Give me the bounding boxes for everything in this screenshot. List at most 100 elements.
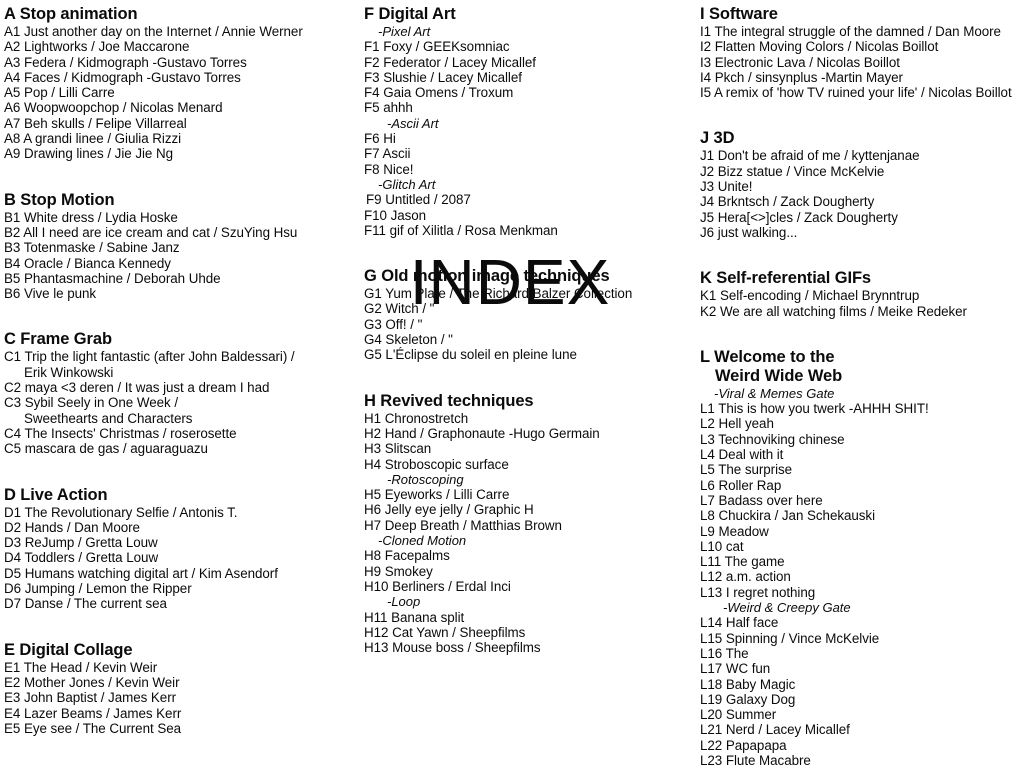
index-entry: B2 All I need are ice cream and cat / Sz…	[4, 224, 298, 240]
index-entry-continuation: Erik Winkowski	[24, 364, 114, 380]
index-entry: B6 Vive le punk	[4, 286, 97, 302]
section-heading: I Software	[700, 5, 778, 23]
section-heading: B Stop Motion	[4, 190, 115, 209]
index-entry: G5 L'Éclipse du soleil en pleine lune	[364, 347, 577, 363]
index-entry: A8 A grandi linee / Giulia Rizzi	[4, 131, 182, 147]
index-entry: L5 The surprise	[700, 462, 793, 478]
index-entry: H12 Cat Yawn / Sheepfilms	[364, 624, 526, 640]
index-entry: I2 Flatten Moving Colors / Nicolas Boill…	[700, 39, 939, 55]
index-section-c: C Frame Grab C1 Trip the light fantastic …	[4, 330, 352, 456]
index-entry: B5 Phantasmachine / Deborah Uhde	[4, 270, 221, 286]
index-entry: B4 Oracle / Bianca Kennedy	[4, 255, 171, 271]
index-entry: E1 The Head / Kevin Weir	[4, 659, 158, 675]
index-section-a: A Stop animation A1 Just another day on t…	[4, 5, 352, 162]
index-entry: L4 Deal with it	[700, 447, 784, 463]
index-entry: J1 Don't be afraid of me / kyttenjanae	[700, 148, 920, 164]
index-entry: A3 Federa / Kidmograph -Gustavo Torres	[4, 54, 247, 70]
index-section-j: J 3D J1 Don't be afraid of me / kyttenjan…	[700, 129, 1024, 240]
index-entry: E2 Mother Jones / Kevin Weir	[4, 674, 180, 690]
index-entry: L14 Half face	[700, 615, 779, 631]
index-column-2: F Digital Art -Pixel Art F1 Foxy / GEEKsom…	[360, 0, 690, 655]
section-heading: H Revived techniques	[364, 391, 534, 410]
index-entry: F5 ahhh	[364, 100, 413, 116]
index-entry: F6 Hi	[364, 131, 396, 147]
index-entry: J2 Bizz statue / Vince McKelvie	[700, 163, 885, 179]
index-entry: L7 Badass over here	[700, 492, 823, 508]
index-entry: A4 Faces / Kidmograph -Gustavo Torres	[4, 69, 241, 85]
index-entry: G4 Skeleton / "	[364, 332, 453, 348]
index-entry: L2 Hell yeah	[700, 416, 774, 432]
section-heading-line-2: Weird Wide Web	[715, 366, 843, 385]
index-entry: L16 The	[700, 645, 749, 661]
index-entry: E3 John Baptist / James Kerr	[4, 690, 177, 706]
section-subheading: -Ascii Art	[387, 115, 439, 131]
index-entry: D3 ReJump / Gretta Louw	[4, 535, 158, 551]
index-entry: C5 mascara de gas / aguaraguazu	[4, 441, 208, 457]
index-entry: L18 Baby Magic	[700, 676, 796, 692]
index-entry: A2 Lightworks / Joe Maccarone	[4, 39, 190, 55]
index-entry: L19 Galaxy Dog	[700, 691, 796, 707]
index-entry: D4 Toddlers / Gretta Louw	[4, 550, 159, 566]
index-entry: K1 Self-encoding / Michael Brynntrup	[700, 288, 920, 304]
index-entry: E5 Eye see / The Current Sea	[4, 720, 181, 736]
index-entry: F7 Ascii	[364, 146, 411, 162]
index-section-h: H Revived techniques H1 Chronostretch H2 H…	[364, 392, 690, 656]
index-entry: J3 Unite!	[700, 179, 753, 195]
index-entry: L22 Papapapa	[700, 737, 787, 753]
index-column-3: I Software I1 The integral struggle of th…	[696, 0, 1024, 768]
index-entry: H9 Smokey	[364, 563, 433, 579]
index-section-b: B Stop Motion B1 White dress / Lydia Hosk…	[4, 191, 352, 302]
index-entry: H2 Hand / Graphonaute -Hugo Germain	[364, 425, 600, 441]
index-entry: L6 Roller Rap	[700, 477, 782, 493]
index-entry: C1 Trip the light fantastic (after John …	[4, 349, 352, 380]
index-entry: G3 Off! / "	[364, 316, 423, 332]
index-entry: C2 maya <3 deren / It was just a dream I…	[4, 380, 270, 396]
index-section-i: I Software I1 The integral struggle of th…	[700, 5, 1024, 100]
index-entry: H10 Berliners / Erdal Inci	[364, 578, 511, 594]
section-heading: K Self-referential GIFs	[700, 269, 871, 288]
index-entry: H13 Mouse boss / Sheepfilms	[364, 640, 541, 656]
index-page: A Stop animation A1 Just another day on t…	[0, 0, 1024, 768]
index-entry: H4 Stroboscopic surface	[364, 456, 509, 472]
index-entry: F4 Gaia Omens / Troxum	[364, 85, 514, 101]
index-entry: L8 Chuckira / Jan Schekauski	[700, 508, 875, 524]
section-subheading: -Weird & Creepy Gate	[723, 600, 851, 616]
section-heading: A Stop animation	[4, 5, 138, 23]
index-entry: H6 Jelly eye jelly / Graphic H	[364, 502, 534, 518]
section-heading: C Frame Grab	[4, 330, 112, 349]
index-entry: L17 WC fun	[700, 661, 771, 677]
index-entry: H3 Slitscan	[364, 441, 432, 457]
index-entry: E4 Lazer Beams / James Kerr	[4, 705, 182, 721]
index-section-f: F Digital Art -Pixel Art F1 Foxy / GEEKsom…	[364, 5, 690, 238]
index-entry: L20 Summer	[700, 707, 777, 723]
index-entry: L10 cat	[700, 538, 744, 554]
section-subheading: -Viral & Memes Gate	[714, 385, 835, 401]
section-subheading: -Cloned Motion	[378, 533, 467, 549]
index-entry: F2 Federator / Lacey Micallef	[364, 54, 536, 70]
index-entry: I3 Electronic Lava / Nicolas Boillot	[700, 54, 900, 70]
index-entry: F1 Foxy / GEEKsomniac	[364, 39, 510, 55]
index-entry: C3 Sybil Seely in One Week / Sweethearts …	[4, 395, 352, 426]
index-entry: L21 Nerd / Lacey Micallef	[700, 722, 850, 738]
index-entry: D1 The Revolutionary Selfie / Antonis T.	[4, 504, 238, 520]
index-entry: I5 A remix of 'how TV ruined your life' …	[700, 85, 1012, 101]
index-entry: F9 Untitled / 2087	[366, 192, 471, 208]
index-entry: B3 Totenmaske / Sabine Janz	[4, 240, 180, 256]
index-entry-continuation: Sweethearts and Characters	[24, 410, 193, 426]
index-entry: C4 The Insects' Christmas / roserosette	[4, 425, 237, 441]
index-entry: H11 Banana split	[364, 609, 465, 625]
index-entry: F11 gif of Xilitla / Rosa Menkman	[364, 222, 558, 238]
index-section-k: K Self-referential GIFs K1 Self-encoding …	[700, 269, 1024, 319]
index-entry: D2 Hands / Dan Moore	[4, 519, 140, 535]
index-entry: L9 Meadow	[700, 523, 769, 539]
index-entry: L15 Spinning / Vince McKelvie	[700, 630, 880, 646]
section-heading: L Welcome to the Weird Wide Web	[700, 348, 1024, 386]
index-entry: H5 Eyeworks / Lilli Carre	[364, 487, 510, 503]
